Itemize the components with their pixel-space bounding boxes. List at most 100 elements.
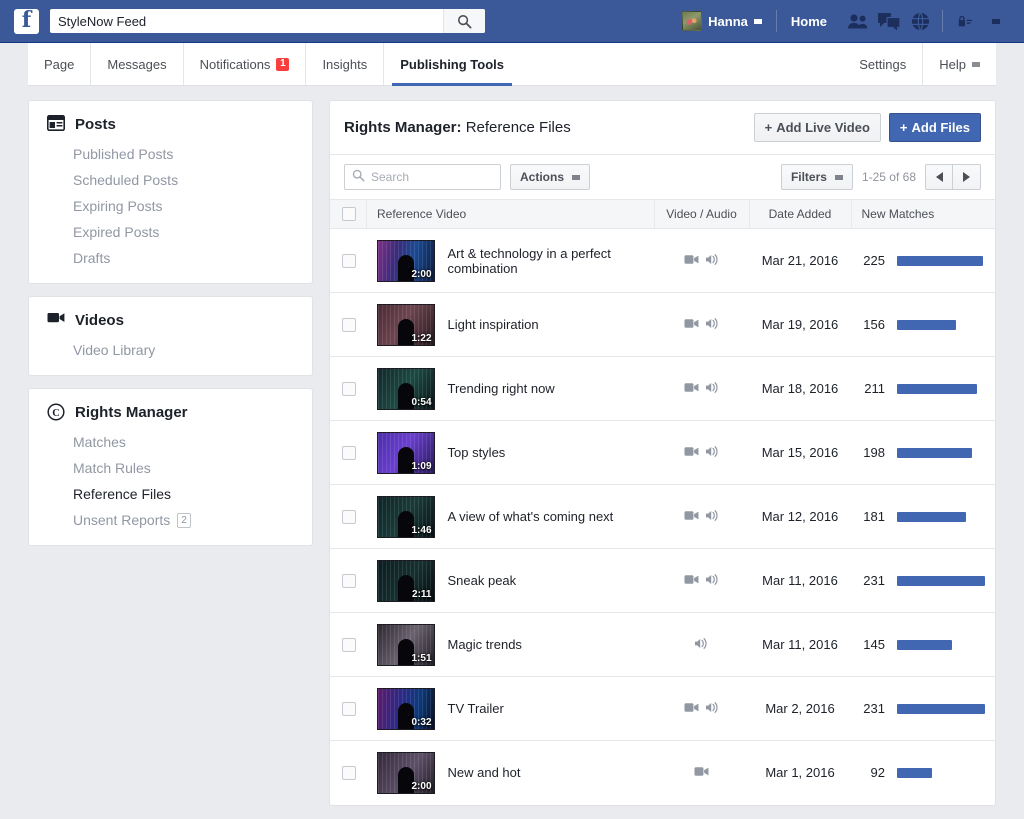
row-select-cell[interactable] (330, 229, 367, 293)
video-thumbnail[interactable]: 2:11 (377, 560, 435, 602)
sidebar-item-scheduled-posts[interactable]: Scheduled Posts (29, 167, 312, 193)
globe-notifications-icon[interactable] (906, 8, 934, 34)
tab-settings[interactable]: Settings (843, 43, 922, 85)
video-title[interactable]: Sneak peak (448, 573, 517, 588)
table-row[interactable]: 2:00New and hotMar 1, 201692 (330, 741, 995, 805)
table-row[interactable]: 2:11Sneak peakMar 11, 2016231 (330, 549, 995, 613)
column-reference-video[interactable]: Reference Video (367, 200, 655, 229)
sidebar-item-matches[interactable]: Matches (29, 429, 312, 455)
friend-requests-icon[interactable] (844, 8, 872, 34)
table-row[interactable]: 1:46A view of what's coming nextMar 12, … (330, 485, 995, 549)
item-label: Match Rules (73, 460, 151, 476)
item-label: Expiring Posts (73, 198, 162, 214)
table-row[interactable]: 2:00 Art & technology in a perfect combin… (330, 229, 995, 293)
sidebar-item-expiring-posts[interactable]: Expiring Posts (29, 193, 312, 219)
search-input[interactable]: Search (344, 164, 501, 190)
row-checkbox[interactable] (342, 574, 356, 588)
column-new-matches[interactable]: New Matches (851, 200, 995, 229)
video-thumbnail[interactable]: 1:22 (377, 304, 435, 346)
sidebar-item-reference-files[interactable]: Reference Files (29, 481, 312, 507)
row-checkbox[interactable] (342, 254, 356, 268)
add-live-video-button[interactable]: + Add Live Video (754, 113, 881, 142)
add-files-button[interactable]: + Add Files (889, 113, 981, 142)
search-icon[interactable] (443, 9, 485, 33)
video-title[interactable]: Art & technology in a perfect combinatio… (448, 246, 645, 276)
table-row[interactable]: 1:22 Light inspiration Mar 19, 2016156 (330, 293, 995, 357)
tab-help[interactable]: Help (922, 43, 996, 85)
video-thumbnail[interactable]: 2:00 (377, 240, 435, 282)
row-select-cell[interactable] (330, 421, 367, 485)
row-checkbox[interactable] (342, 446, 356, 460)
tab-notifications[interactable]: Notifications 1 (183, 43, 306, 85)
plus-icon: + (900, 120, 908, 135)
sidebar-section-title-videos[interactable]: Videos (29, 307, 312, 337)
row-checkbox[interactable] (342, 766, 356, 780)
sidebar-item-expired-posts[interactable]: Expired Posts (29, 219, 312, 245)
privacy-lock-icon[interactable] (951, 8, 979, 34)
row-select-cell[interactable] (330, 741, 367, 805)
sidebar-item-drafts[interactable]: Drafts (29, 245, 312, 271)
main-panel: Rights Manager: Reference Files + Add Li… (329, 100, 996, 806)
messages-icon[interactable] (875, 8, 903, 34)
user-menu[interactable]: Hanna (673, 8, 771, 35)
tab-messages[interactable]: Messages (90, 43, 182, 85)
select-all-checkbox[interactable] (342, 207, 356, 221)
filters-dropdown[interactable]: Filters (781, 164, 853, 190)
date-added-cell: Mar 19, 2016 (749, 293, 851, 357)
table-row[interactable]: 0:54Trending right nowMar 18, 2016211 (330, 357, 995, 421)
row-checkbox[interactable] (342, 510, 356, 524)
next-page-button[interactable] (953, 164, 981, 190)
chevron-down-icon (835, 175, 843, 180)
sidebar-item-unsent-reports[interactable]: Unsent Reports 2 (29, 507, 312, 533)
video-title[interactable]: Magic trends (448, 637, 522, 652)
facebook-logo-icon[interactable]: f (14, 9, 39, 34)
video-title[interactable]: A view of what's coming next (448, 509, 614, 524)
actions-dropdown[interactable]: Actions (510, 164, 590, 190)
row-checkbox[interactable] (342, 318, 356, 332)
sidebar-item-video-library[interactable]: Video Library (29, 337, 312, 363)
video-title[interactable]: Light inspiration (448, 317, 539, 332)
row-select-cell[interactable] (330, 293, 367, 357)
column-video-audio[interactable]: Video / Audio (654, 200, 749, 229)
video-title[interactable]: Trending right now (448, 381, 555, 396)
row-select-cell[interactable] (330, 677, 367, 741)
row-select-cell[interactable] (330, 357, 367, 421)
new-matches-cell: 156 (851, 293, 995, 357)
video-thumbnail[interactable]: 1:09 (377, 432, 435, 474)
video-audio-cell (654, 357, 749, 421)
tab-publishing-tools[interactable]: Publishing Tools (383, 43, 520, 85)
row-select-cell[interactable] (330, 549, 367, 613)
tab-page[interactable]: Page (28, 43, 90, 85)
global-search-input[interactable]: StyleNow Feed (50, 14, 443, 29)
audio-available-icon (705, 573, 720, 589)
video-title[interactable]: TV Trailer (448, 701, 504, 716)
row-select-cell[interactable] (330, 613, 367, 677)
sidebar-section-title-posts[interactable]: Posts (29, 111, 312, 141)
select-all-header[interactable] (330, 200, 367, 229)
row-select-cell[interactable] (330, 485, 367, 549)
video-title[interactable]: Top styles (448, 445, 506, 460)
divider (776, 10, 777, 32)
video-thumbnail[interactable]: 0:32 (377, 688, 435, 730)
privacy-menu-caret[interactable] (982, 8, 1010, 34)
page-title-suffix: Reference Files (466, 119, 571, 136)
sidebar-item-match-rules[interactable]: Match Rules (29, 455, 312, 481)
previous-page-button[interactable] (925, 164, 953, 190)
column-date-added[interactable]: Date Added (749, 200, 851, 229)
row-checkbox[interactable] (342, 382, 356, 396)
tab-insights[interactable]: Insights (305, 43, 383, 85)
video-title[interactable]: New and hot (448, 765, 521, 780)
home-link[interactable]: Home (782, 8, 836, 35)
table-row[interactable]: 1:51Magic trendsMar 11, 2016145 (330, 613, 995, 677)
global-search[interactable]: StyleNow Feed (50, 9, 485, 33)
table-row[interactable]: 0:32TV TrailerMar 2, 2016231 (330, 677, 995, 741)
video-thumbnail[interactable]: 1:46 (377, 496, 435, 538)
table-row[interactable]: 1:09Top stylesMar 15, 2016198 (330, 421, 995, 485)
sidebar-section-title-rights-manager[interactable]: C Rights Manager (29, 399, 312, 429)
video-thumbnail[interactable]: 1:51 (377, 624, 435, 666)
row-checkbox[interactable] (342, 702, 356, 716)
video-thumbnail[interactable]: 0:54 (377, 368, 435, 410)
sidebar-item-published-posts[interactable]: Published Posts (29, 141, 312, 167)
row-checkbox[interactable] (342, 638, 356, 652)
video-thumbnail[interactable]: 2:00 (377, 752, 435, 794)
